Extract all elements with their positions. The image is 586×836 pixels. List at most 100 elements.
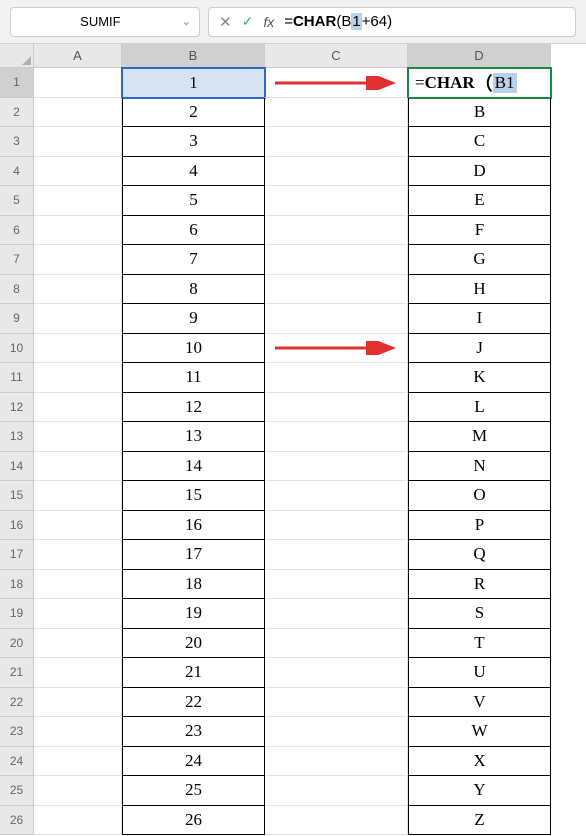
cell[interactable] (265, 304, 408, 334)
row-header[interactable]: 2 (0, 98, 34, 128)
cell[interactable] (34, 157, 122, 187)
cell[interactable]: 9 (122, 304, 265, 334)
cell[interactable]: 20 (122, 629, 265, 659)
cell[interactable] (34, 186, 122, 216)
cell[interactable]: 15 (122, 481, 265, 511)
cell[interactable]: O (408, 481, 551, 511)
cell[interactable]: 1 (122, 68, 265, 98)
row-header[interactable]: 8 (0, 275, 34, 305)
row-header[interactable]: 16 (0, 511, 34, 541)
select-all-corner[interactable] (0, 44, 34, 68)
cell[interactable] (34, 540, 122, 570)
formula-input[interactable]: =CHAR(B1+64) (284, 13, 392, 30)
cell[interactable] (265, 68, 408, 98)
cell[interactable] (34, 658, 122, 688)
cell[interactable]: P (408, 511, 551, 541)
cell[interactable] (34, 629, 122, 659)
cell[interactable]: Z (408, 806, 551, 836)
cell[interactable]: F (408, 216, 551, 246)
cell[interactable] (34, 393, 122, 423)
cell[interactable] (265, 393, 408, 423)
cell[interactable]: 11 (122, 363, 265, 393)
cell[interactable] (265, 570, 408, 600)
cell[interactable]: 22 (122, 688, 265, 718)
cell[interactable]: 16 (122, 511, 265, 541)
cell[interactable]: =CHAR（B1 (408, 68, 551, 98)
cell[interactable] (34, 245, 122, 275)
cell[interactable] (265, 776, 408, 806)
cell[interactable] (265, 511, 408, 541)
cell[interactable]: B (408, 98, 551, 128)
row-header[interactable]: 6 (0, 216, 34, 246)
cell[interactable]: R (408, 570, 551, 600)
row-header[interactable]: 15 (0, 481, 34, 511)
cell[interactable] (34, 422, 122, 452)
cell[interactable] (265, 688, 408, 718)
cell[interactable] (34, 334, 122, 364)
cell[interactable] (265, 245, 408, 275)
cell[interactable]: 21 (122, 658, 265, 688)
row-header[interactable]: 4 (0, 157, 34, 187)
cell[interactable] (265, 629, 408, 659)
cell[interactable] (265, 157, 408, 187)
cell[interactable]: J (408, 334, 551, 364)
cell[interactable]: V (408, 688, 551, 718)
confirm-icon[interactable]: ✓ (242, 13, 254, 30)
cell[interactable] (265, 216, 408, 246)
cell[interactable] (265, 334, 408, 364)
cell[interactable] (34, 481, 122, 511)
cell[interactable]: M (408, 422, 551, 452)
cell[interactable]: N (408, 452, 551, 482)
col-header-a[interactable]: A (34, 44, 122, 68)
row-header[interactable]: 7 (0, 245, 34, 275)
cell[interactable] (34, 717, 122, 747)
row-header[interactable]: 25 (0, 776, 34, 806)
row-header[interactable]: 12 (0, 393, 34, 423)
cell[interactable] (265, 540, 408, 570)
cell[interactable] (34, 275, 122, 305)
cell[interactable]: 5 (122, 186, 265, 216)
cell[interactable] (34, 806, 122, 836)
cell[interactable]: S (408, 599, 551, 629)
cell[interactable] (265, 747, 408, 777)
row-header[interactable]: 13 (0, 422, 34, 452)
row-header[interactable]: 1 (0, 68, 34, 98)
cell[interactable]: 24 (122, 747, 265, 777)
cell[interactable] (34, 452, 122, 482)
cell[interactable] (34, 747, 122, 777)
row-header[interactable]: 23 (0, 717, 34, 747)
cell[interactable]: 23 (122, 717, 265, 747)
cell[interactable]: 17 (122, 540, 265, 570)
row-header[interactable]: 18 (0, 570, 34, 600)
cell[interactable]: 8 (122, 275, 265, 305)
row-header[interactable]: 10 (0, 334, 34, 364)
cell[interactable]: X (408, 747, 551, 777)
col-header-c[interactable]: C (265, 44, 408, 68)
row-header[interactable]: 24 (0, 747, 34, 777)
cell[interactable]: 2 (122, 98, 265, 128)
col-header-b[interactable]: B (122, 44, 265, 68)
cell[interactable]: 14 (122, 452, 265, 482)
cell[interactable]: Q (408, 540, 551, 570)
row-header[interactable]: 3 (0, 127, 34, 157)
cell[interactable]: D (408, 157, 551, 187)
cell[interactable]: U (408, 658, 551, 688)
row-header[interactable]: 19 (0, 599, 34, 629)
cell[interactable]: 25 (122, 776, 265, 806)
cell[interactable] (265, 717, 408, 747)
cell[interactable] (265, 658, 408, 688)
cell[interactable] (34, 511, 122, 541)
cell[interactable] (34, 570, 122, 600)
row-header[interactable]: 11 (0, 363, 34, 393)
cell[interactable] (34, 216, 122, 246)
cell[interactable] (265, 806, 408, 836)
cell[interactable]: K (408, 363, 551, 393)
cell[interactable]: 13 (122, 422, 265, 452)
cell[interactable]: W (408, 717, 551, 747)
cell[interactable]: T (408, 629, 551, 659)
fx-icon[interactable]: fx (263, 14, 274, 30)
cell[interactable]: 19 (122, 599, 265, 629)
row-header[interactable]: 21 (0, 658, 34, 688)
cancel-icon[interactable]: ✕ (219, 13, 232, 31)
cell[interactable]: 4 (122, 157, 265, 187)
